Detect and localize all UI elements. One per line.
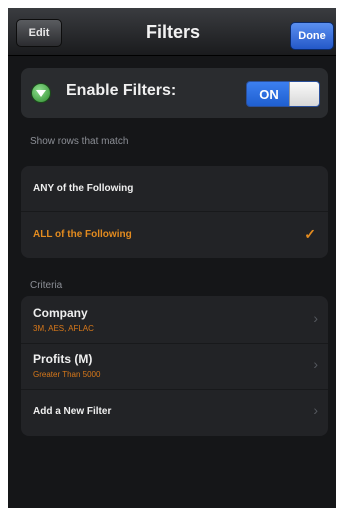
criteria-item-subtitle: Greater Than 5000 <box>33 370 101 379</box>
done-button[interactable]: Done <box>290 22 334 50</box>
match-option-all[interactable]: ALL of the Following ✓ <box>21 212 328 258</box>
checkmark-icon: ✓ <box>304 226 316 242</box>
criteria-item-title: Company <box>33 306 88 320</box>
app-screen: Edit Filters Done Enable Filters: ON Sho… <box>8 8 336 508</box>
criteria-section-header: Criteria <box>30 280 63 291</box>
criteria-item-subtitle: 3M, AES, AFLAC <box>33 324 94 333</box>
add-new-filter-row[interactable]: Add a New Filter › <box>21 390 328 436</box>
filter-funnel-icon <box>31 83 51 103</box>
page-title: Filters <box>145 21 201 42</box>
match-section-header: Show rows that match <box>30 136 129 147</box>
chevron-right-icon: › <box>313 310 318 326</box>
toggle-on-label: ON <box>259 86 279 102</box>
edit-button[interactable]: Edit <box>16 19 62 47</box>
match-option-label: ANY of the Following <box>33 183 134 194</box>
criteria-group: Company 3M, AES, AFLAC › Profits (M) Gre… <box>21 296 328 436</box>
match-option-label: ALL of the Following <box>33 229 132 240</box>
add-new-filter-label: Add a New Filter <box>33 406 112 417</box>
criteria-item-profits[interactable]: Profits (M) Greater Than 5000 › <box>21 344 328 390</box>
match-option-any[interactable]: ANY of the Following <box>21 166 328 212</box>
criteria-item-title: Profits (M) <box>33 352 93 366</box>
criteria-item-company[interactable]: Company 3M, AES, AFLAC › <box>21 296 328 344</box>
enable-filters-toggle[interactable]: ON <box>246 81 320 107</box>
match-options-group: ANY of the Following ALL of the Followin… <box>21 166 328 258</box>
navigation-bar: Edit Filters Done <box>8 8 336 56</box>
enable-filters-label: Enable Filters: <box>66 82 177 99</box>
chevron-right-icon: › <box>313 402 318 418</box>
toggle-knob[interactable] <box>289 82 319 106</box>
chevron-right-icon: › <box>313 356 318 372</box>
enable-filters-row: Enable Filters: ON <box>21 68 328 118</box>
